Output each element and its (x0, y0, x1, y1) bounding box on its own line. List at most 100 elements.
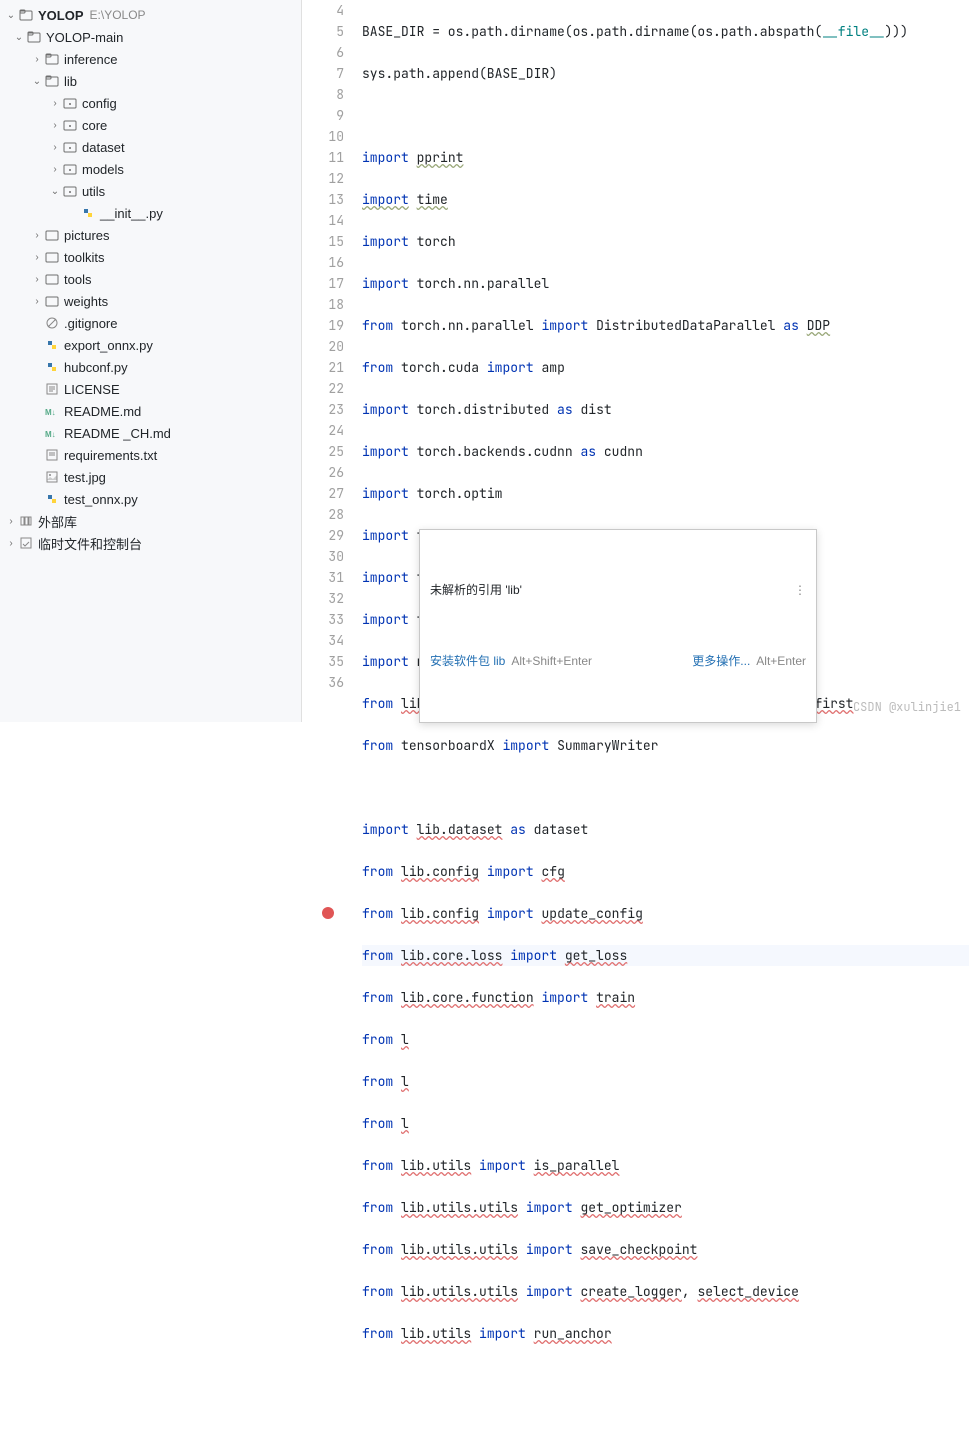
tree-folder-pictures[interactable]: ›pictures (0, 224, 301, 246)
code-line-current[interactable]: from lib.core.loss import get_loss (362, 945, 969, 966)
code-line[interactable]: from torch.cuda import amp (362, 357, 969, 378)
code-line[interactable]: import time (362, 189, 969, 210)
tree-folder-tools[interactable]: ›tools (0, 268, 301, 290)
tree-folder-dataset[interactable]: ›dataset (0, 136, 301, 158)
code-line[interactable] (362, 105, 969, 126)
code-line[interactable]: from lib.core.function import train (362, 987, 969, 1008)
folder-icon (44, 249, 60, 265)
tree-folder-config[interactable]: ›config (0, 92, 301, 114)
code-line[interactable]: import torch.nn.parallel (362, 273, 969, 294)
code-line[interactable]: import torch (362, 231, 969, 252)
line-number: 4 (302, 0, 344, 21)
chevron-right-icon[interactable]: › (4, 538, 18, 549)
tree-file-testjpg[interactable]: test.jpg (0, 466, 301, 488)
line-number: 19 (302, 315, 344, 336)
tree-folder-lib[interactable]: ⌄lib (0, 70, 301, 92)
chevron-right-icon[interactable]: › (30, 296, 44, 307)
popup-more-actions[interactable]: 更多操作... (692, 651, 750, 672)
tree-folder-weights[interactable]: ›weights (0, 290, 301, 312)
code-line[interactable]: from l (362, 1113, 969, 1134)
tree-root[interactable]: ⌄ YOLOP E:\YOLOP (0, 4, 301, 26)
code-line[interactable]: from lib.utils import run_anchor (362, 1323, 969, 1344)
code-area[interactable]: BASE_DIR = os.path.dirname(os.path.dirna… (362, 0, 969, 722)
code-line[interactable]: import lib.dataset as dataset (362, 819, 969, 840)
line-number: 35 (302, 651, 344, 672)
code-line[interactable]: from tensorboardX import SummaryWriter (362, 735, 969, 756)
line-number: 20 (302, 336, 344, 357)
tree-external-libs[interactable]: ›外部库 (0, 510, 301, 532)
line-number: 31 (302, 567, 344, 588)
chevron-right-icon[interactable]: › (30, 230, 44, 241)
chevron-right-icon[interactable]: › (48, 120, 62, 131)
project-tree[interactable]: ⌄ YOLOP E:\YOLOP ⌄YOLOP-main ›inference … (0, 0, 302, 722)
code-line[interactable]: from lib.config import update_config (362, 903, 969, 924)
line-number: 36 (302, 672, 344, 693)
svg-text:M↓: M↓ (45, 430, 56, 439)
chevron-down-icon[interactable]: ⌄ (30, 76, 44, 87)
code-line[interactable]: sys.path.append(BASE_DIR) (362, 63, 969, 84)
line-number: 17 (302, 273, 344, 294)
tree-folder-core[interactable]: ›core (0, 114, 301, 136)
code-line[interactable]: from lib.utils.utils import get_optimize… (362, 1197, 969, 1218)
text-file-icon (44, 447, 60, 463)
line-number: 26 (302, 462, 344, 483)
more-icon[interactable]: ⋮ (794, 580, 806, 601)
tree-folder-models[interactable]: ›models (0, 158, 301, 180)
code-line[interactable]: from lib.config import cfg (362, 861, 969, 882)
tree-file-reqs[interactable]: requirements.txt (0, 444, 301, 466)
code-line[interactable]: import pprint (362, 147, 969, 168)
chevron-right-icon[interactable]: › (30, 252, 44, 263)
tree-file-testonnx[interactable]: test_onnx.py (0, 488, 301, 510)
line-number: 30 (302, 546, 344, 567)
line-number: 8 (302, 84, 344, 105)
code-line[interactable]: from lib.utils.utils import create_logge… (362, 1281, 969, 1302)
code-line[interactable] (362, 1365, 969, 1386)
tree-folder-inference[interactable]: ›inference (0, 48, 301, 70)
line-number: 10 (302, 126, 344, 147)
line-number: 34 (302, 630, 344, 651)
chevron-down-icon[interactable]: ⌄ (48, 186, 62, 197)
tree-folder-utils[interactable]: ⌄utils (0, 180, 301, 202)
tree-file-hubconf[interactable]: hubconf.py (0, 356, 301, 378)
tree-scratches[interactable]: ›临时文件和控制台 (0, 532, 301, 554)
image-file-icon (44, 469, 60, 485)
tree-folder-toolkits[interactable]: ›toolkits (0, 246, 301, 268)
code-line[interactable]: import torch.distributed as dist (362, 399, 969, 420)
code-line[interactable]: from l (362, 1071, 969, 1092)
inspection-popup[interactable]: 未解析的引用 'lib' ⋮ 安装软件包 lib Alt+Shift+Enter… (419, 529, 817, 723)
tree-file-initpy[interactable]: __init__.py (0, 202, 301, 224)
python-file-icon (44, 337, 60, 353)
line-number: 6 (302, 42, 344, 63)
chevron-right-icon[interactable]: › (48, 98, 62, 109)
code-line[interactable]: BASE_DIR = os.path.dirname(os.path.dirna… (362, 21, 969, 42)
tree-file-export[interactable]: export_onnx.py (0, 334, 301, 356)
code-line[interactable]: from lib.utils import is_parallel (362, 1155, 969, 1176)
chevron-right-icon[interactable]: › (4, 516, 18, 527)
tree-folder-main[interactable]: ⌄YOLOP-main (0, 26, 301, 48)
chevron-down-icon[interactable]: ⌄ (4, 10, 18, 21)
chevron-right-icon[interactable]: › (30, 54, 44, 65)
error-bulb-icon[interactable] (322, 907, 334, 919)
chevron-right-icon[interactable]: › (30, 274, 44, 285)
chevron-down-icon[interactable]: ⌄ (12, 32, 26, 43)
folder-icon (44, 271, 60, 287)
code-line[interactable]: from lib.utils.utils import save_checkpo… (362, 1239, 969, 1260)
markdown-icon: M↓ (44, 425, 60, 441)
tree-file-readme[interactable]: M↓README.md (0, 400, 301, 422)
gitignore-icon (44, 315, 60, 331)
tree-file-license[interactable]: LICENSE (0, 378, 301, 400)
line-number: 13 (302, 189, 344, 210)
code-line[interactable]: from torch.nn.parallel import Distribute… (362, 315, 969, 336)
chevron-right-icon[interactable]: › (48, 164, 62, 175)
line-number: 23 (302, 399, 344, 420)
code-line[interactable] (362, 777, 969, 798)
code-editor[interactable]: 4567891011121314151617181920212223242526… (302, 0, 969, 722)
code-line[interactable]: import torch.optim (362, 483, 969, 504)
tree-file-readme-ch[interactable]: M↓README _CH.md (0, 422, 301, 444)
popup-action-install[interactable]: 安装软件包 lib (430, 651, 505, 672)
code-line[interactable]: import torch.backends.cudnn as cudnn (362, 441, 969, 462)
code-line[interactable]: from l (362, 1029, 969, 1050)
chevron-right-icon[interactable]: › (48, 142, 62, 153)
tree-file-gitignore[interactable]: .gitignore (0, 312, 301, 334)
markdown-icon: M↓ (44, 403, 60, 419)
